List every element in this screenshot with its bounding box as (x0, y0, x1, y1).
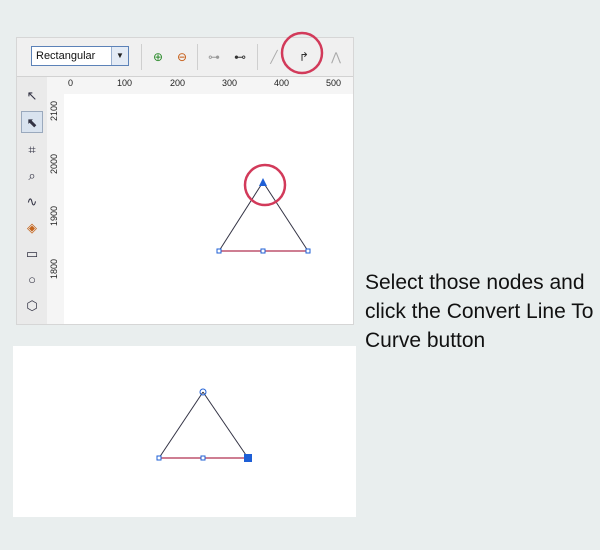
triangle-drawing-bottom (156, 388, 252, 462)
bottom-screenshot (13, 346, 356, 517)
node-marker[interactable] (156, 455, 162, 461)
selected-node-marker[interactable] (244, 454, 252, 462)
instruction-caption: Select those nodes and click the Convert… (365, 271, 594, 352)
highlight-circle-top-node (243, 163, 287, 207)
node-marker[interactable] (200, 455, 206, 461)
highlight-circle-convert-button (280, 31, 324, 75)
